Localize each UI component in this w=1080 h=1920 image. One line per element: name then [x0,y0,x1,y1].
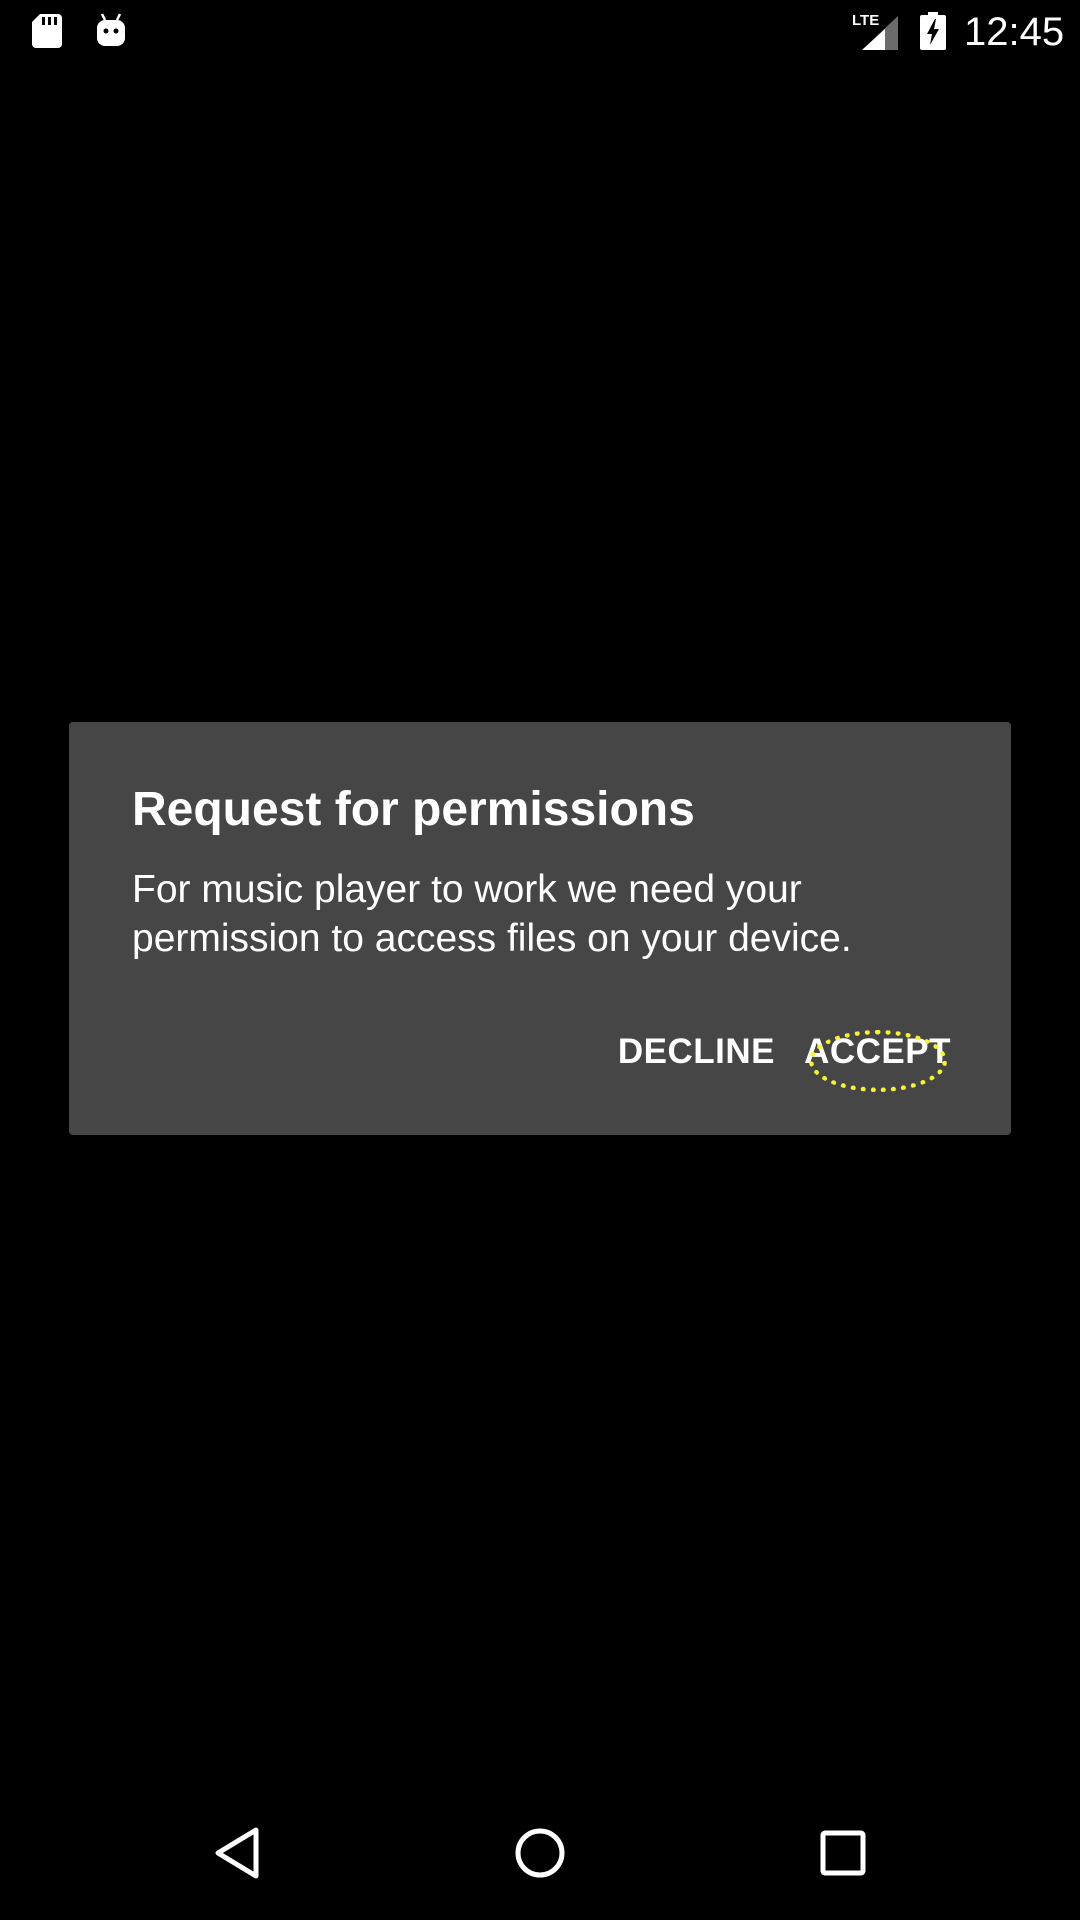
permission-dialog: Request for permissions For music player… [69,722,1011,1135]
decline-button[interactable]: DECLINE [618,1027,775,1077]
status-bar: LTE 12:45 [0,0,1080,63]
recents-button[interactable] [778,1790,908,1920]
status-bar-clock: 12:45 [964,10,1065,54]
screen: LTE 12:45 Request for permissions For mu… [0,0,1080,1920]
battery-charging-icon [920,12,946,55]
back-button[interactable] [172,1790,302,1920]
dialog-title: Request for permissions [132,783,695,836]
back-icon [212,1826,262,1885]
lte-signal-icon: LTE [852,10,900,57]
home-icon [513,1826,567,1885]
dialog-message: For music player to work we need your pe… [132,868,852,960]
network-type-label: LTE [852,12,879,29]
android-debug-icon [94,12,128,55]
accept-button[interactable]: ACCEPT [804,1027,951,1077]
navigation-bar [0,1790,1080,1920]
home-button[interactable] [475,1790,605,1920]
sd-card-icon [30,12,64,55]
recents-icon [819,1829,867,1882]
